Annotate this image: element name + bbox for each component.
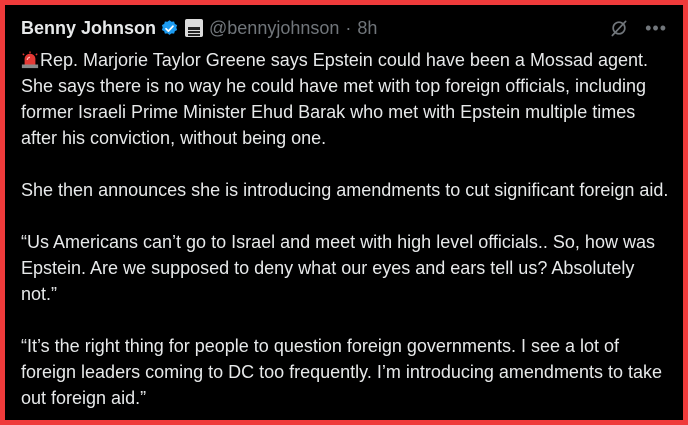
more-options-icon[interactable]: ••• bbox=[645, 19, 667, 37]
separator-dot: · bbox=[345, 17, 352, 38]
post-time[interactable]: 8h bbox=[357, 18, 377, 39]
tweet-paragraph-4: “It’s the right thing for people to ques… bbox=[21, 336, 662, 408]
author-handle[interactable]: @bennyjohnson bbox=[209, 18, 339, 39]
tweet-header: Benny Johnson @bennyjohnson · 8h ••• bbox=[21, 15, 667, 41]
author-name[interactable]: Benny Johnson bbox=[21, 18, 156, 39]
verified-badge-icon bbox=[161, 19, 178, 35]
tweet-paragraph-2: She then announces she is introducing am… bbox=[21, 180, 669, 200]
tweet-text: Rep. Marjorie Taylor Greene says Epstein… bbox=[21, 47, 671, 420]
grok-icon[interactable] bbox=[609, 18, 629, 38]
tweet-paragraph-1-text: Rep. Marjorie Taylor Greene says Epstein… bbox=[21, 50, 649, 148]
affiliation-badge-icon[interactable] bbox=[185, 19, 204, 37]
tweet-card: Benny Johnson @bennyjohnson · 8h ••• Rep… bbox=[5, 5, 683, 420]
tweet-paragraph-1: Rep. Marjorie Taylor Greene says Epstein… bbox=[21, 47, 671, 151]
tweet-paragraph-3: “Us Americans can’t go to Israel and mee… bbox=[21, 232, 655, 304]
police-siren-emoji bbox=[21, 51, 39, 69]
